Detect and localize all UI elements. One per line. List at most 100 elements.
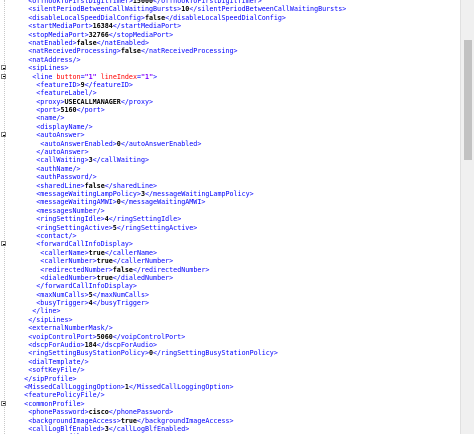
code-line-text: </sipLines> (28, 315, 73, 324)
code-line-text: <dialedNumber>true</dialedNumber> (40, 273, 174, 282)
code-line[interactable]: <proxy>USECALLMANAGER</proxy> (0, 98, 460, 106)
code-line-text: <messageWaitingAMWI>0</messageWaitingAMW… (36, 198, 206, 207)
code-line-text: <callWaiting>3</callWaiting> (36, 156, 150, 165)
code-line[interactable]: </autoAnswer> (0, 148, 460, 156)
code-line[interactable]: <name/> (0, 114, 460, 122)
code-line[interactable]: <disableLocalSpeedDialConfig>false</disa… (0, 14, 460, 22)
code-line-text: <externalNumberMask/> (28, 324, 113, 333)
code-line[interactable]: <port>5160</port> (0, 106, 460, 114)
code-line[interactable]: <featureLabel/> (0, 89, 460, 97)
code-line[interactable]: <callerName>true</callerName> (0, 249, 460, 257)
code-area[interactable]: <offhookToFirstDigitTimer>15000</offhook… (0, 0, 460, 434)
code-line[interactable]: <dscpForAudio>184</dscpForAudio> (0, 341, 460, 349)
code-line-text: <silentPeriodBetweenCallWaitingBursts>10… (28, 5, 347, 14)
code-line[interactable]: <stopMediaPort>32766</stopMediaPort> (0, 31, 460, 39)
code-line-text: <callerName>true</callerName> (40, 248, 158, 257)
code-line-text: <backgroundImageAccess>true</backgroundI… (28, 416, 234, 425)
fold-toggle-icon[interactable] (1, 73, 6, 79)
code-line[interactable]: <externalNumberMask/> (0, 324, 460, 332)
code-line-text: <port>5160</port> (36, 106, 105, 115)
code-line[interactable]: <messageWaitingAMWI>0</messageWaitingAMW… (0, 198, 460, 206)
code-line[interactable]: <authName/> (0, 165, 460, 173)
code-line-text: <callLogBlfEnabled>3</callLogBlfEnabled> (28, 424, 190, 433)
code-line[interactable]: </sipProfile> (0, 375, 460, 383)
code-line[interactable]: <featureID>9</featureID> (0, 81, 460, 89)
code-line[interactable]: <sipLines> (0, 64, 460, 72)
code-line[interactable]: <autoAnswer> (0, 131, 460, 139)
code-line[interactable]: <busyTrigger>4</busyTrigger> (0, 299, 460, 307)
code-line[interactable]: <callWaiting>3</callWaiting> (0, 156, 460, 164)
code-line-text: <natEnabled>false</natEnabled> (28, 38, 150, 47)
code-line-text: <natReceivedProcessing>false</natReceive… (28, 47, 238, 56)
code-line-text: <featurePolicyFile/> (24, 391, 105, 400)
code-line-text: </forwardCallInfoDisplay> (36, 282, 137, 291)
code-line-text: <authName/> (36, 164, 81, 173)
xml-editor[interactable]: <offhookToFirstDigitTimer>15000</offhook… (0, 0, 460, 434)
code-line[interactable]: <natEnabled>false</natEnabled> (0, 39, 460, 47)
code-line[interactable]: <dialTemplate/> (0, 358, 460, 366)
code-line-text: </line> (32, 307, 61, 316)
code-line[interactable]: </sipLines> (0, 316, 460, 324)
code-line[interactable]: <ringSettingActive>5</ringSettingActive> (0, 224, 460, 232)
code-line[interactable]: </forwardCallInfoDisplay> (0, 282, 460, 290)
code-line-text: <featureID>9</featureID> (36, 80, 133, 89)
code-line-text: <contact/> (36, 231, 77, 240)
code-line[interactable]: </line> (0, 307, 460, 315)
code-line[interactable]: <MissedCallLoggingOption>1</MissedCallLo… (0, 383, 460, 391)
code-line[interactable]: <messageWaitingLampPolicy>3</messageWait… (0, 190, 460, 198)
code-line[interactable]: <silentPeriodBetweenCallWaitingBursts>10… (0, 5, 460, 13)
code-line-text: <messageWaitingLampPolicy>3</messageWait… (36, 189, 254, 198)
code-line-text: <ringSettingIdle>4</ringSettingIdle> (36, 215, 182, 224)
code-line-text: <featureLabel/> (36, 89, 97, 98)
scrollbar-thumb[interactable] (464, 40, 472, 160)
code-line[interactable]: <displayName/> (0, 123, 460, 131)
code-line[interactable]: <sharedLine>false</sharedLine> (0, 182, 460, 190)
code-line-text: </sipProfile> (24, 374, 77, 383)
code-line-text: <name/> (36, 114, 65, 123)
code-line[interactable]: <maxNumCalls>5</maxNumCalls> (0, 291, 460, 299)
code-line[interactable]: <ringSettingBusyStationPolicy>0</ringSet… (0, 349, 460, 357)
code-line[interactable]: <dialedNumber>true</dialedNumber> (0, 274, 460, 282)
vertical-scrollbar[interactable] (460, 0, 474, 434)
code-line[interactable]: <callerNumber>true</callerNumber> (0, 257, 460, 265)
fold-toggle-icon[interactable] (1, 400, 6, 406)
code-line[interactable]: <featurePolicyFile/> (0, 391, 460, 399)
code-line-text: <maxNumCalls>5</maxNumCalls> (36, 290, 150, 299)
code-line-text: <authPassword/> (36, 173, 97, 182)
code-line[interactable]: <softKeyFile/> (0, 366, 460, 374)
code-line[interactable]: <commonProfile> (0, 400, 460, 408)
code-line-text: <autoAnswerEnabled>0</autoAnswerEnabled> (40, 139, 202, 148)
code-line-text: <sipLines> (28, 64, 69, 73)
code-line-text: <stopMediaPort>32766</stopMediaPort> (28, 30, 174, 39)
fold-toggle-icon[interactable] (1, 65, 6, 71)
code-line[interactable]: <autoAnswerEnabled>0</autoAnswerEnabled> (0, 140, 460, 148)
code-line[interactable]: <callLogBlfEnabled>3</callLogBlfEnabled> (0, 425, 460, 433)
code-line-text: <disableLocalSpeedDialConfig>false</disa… (28, 13, 286, 22)
code-line[interactable]: <natAddress/> (0, 56, 460, 64)
code-line-text: <ringSettingBusyStationPolicy>0</ringSet… (28, 349, 278, 358)
code-line[interactable]: <line button="1" lineIndex="1"> (0, 73, 460, 81)
code-line-text: <ringSettingActive>5</ringSettingActive> (36, 223, 198, 232)
code-line[interactable]: <authPassword/> (0, 173, 460, 181)
code-line[interactable]: <contact/> (0, 232, 460, 240)
fold-toggle-icon[interactable] (1, 132, 6, 138)
code-line-text: <sharedLine>false</sharedLine> (36, 181, 158, 190)
code-line-text: <busyTrigger>4</busyTrigger> (36, 299, 150, 308)
code-line-text: <autoAnswer> (36, 131, 85, 140)
fold-toggle-icon[interactable] (1, 241, 6, 247)
code-line[interactable]: <startMediaPort>16384</startMediaPort> (0, 22, 460, 30)
code-line[interactable]: <natReceivedProcessing>false</natReceive… (0, 47, 460, 55)
code-line-text: <line button="1" lineIndex="1"> (32, 72, 158, 81)
code-line[interactable]: <messagesNumber/> (0, 207, 460, 215)
code-line[interactable]: <forwardCallInfoDisplay> (0, 240, 460, 248)
code-line-text: <redirectedNumber>false</redirectedNumbe… (40, 265, 210, 274)
code-line[interactable]: <voipControlPort>5060</voipControlPort> (0, 333, 460, 341)
code-line[interactable]: <redirectedNumber>false</redirectedNumbe… (0, 266, 460, 274)
code-line-text: <natAddress/> (28, 55, 81, 64)
code-line[interactable]: <backgroundImageAccess>true</backgroundI… (0, 417, 460, 425)
code-line[interactable]: <phonePassword>cisco</phonePassword> (0, 408, 460, 416)
code-line-text: </autoAnswer> (36, 148, 89, 157)
code-line-text: <callerNumber>true</callerNumber> (40, 257, 174, 266)
code-line[interactable]: <ringSettingIdle>4</ringSettingIdle> (0, 215, 460, 223)
code-line-text: <phonePassword>cisco</phonePassword> (28, 408, 174, 417)
